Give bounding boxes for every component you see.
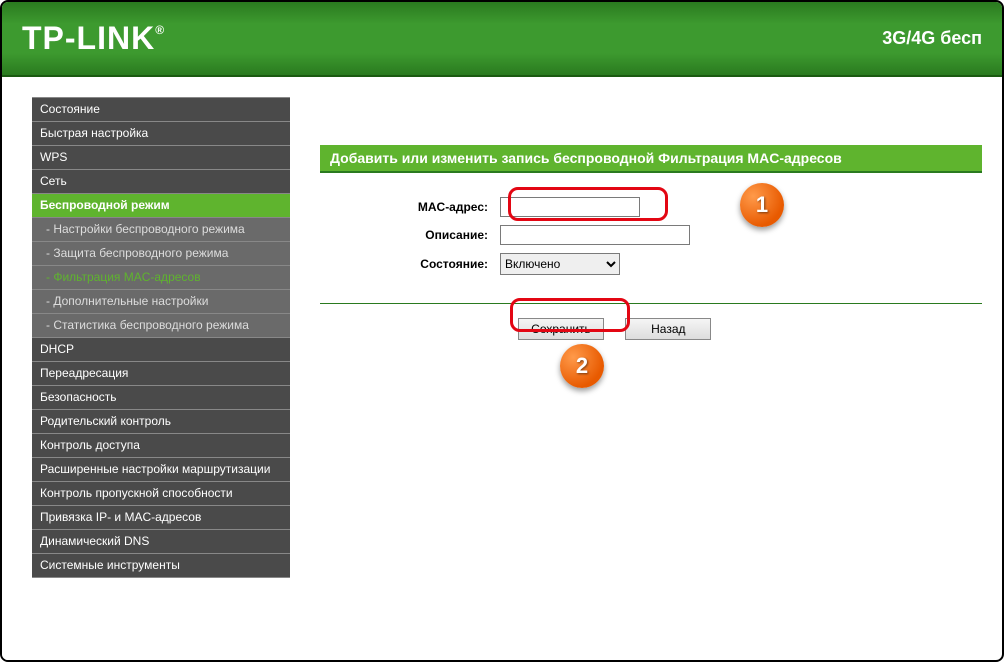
button-row: Сохранить Назад 2: [320, 304, 982, 340]
sidebar-item-security[interactable]: Безопасность: [32, 386, 290, 410]
sidebar: Состояние Быстрая настройка WPS Сеть Бес…: [2, 77, 290, 660]
sidebar-item-wps[interactable]: WPS: [32, 146, 290, 170]
row-desc: Описание:: [320, 225, 982, 245]
sidebar-item-network[interactable]: Сеть: [32, 170, 290, 194]
sidebar-item-wireless-advanced[interactable]: - Дополнительные настройки: [32, 290, 290, 314]
app-frame: TP-LINK® 3G/4G бесп Состояние Быстрая на…: [0, 0, 1004, 662]
logo: TP-LINK®: [22, 20, 165, 57]
sidebar-item-status[interactable]: Состояние: [32, 98, 290, 122]
annotation-badge-2: 2: [560, 344, 604, 388]
sidebar-item-quick-setup[interactable]: Быстрая настройка: [32, 122, 290, 146]
desc-input[interactable]: [500, 225, 690, 245]
row-mac: MAC-адрес:: [320, 197, 982, 217]
page-title: Добавить или изменить запись беспроводно…: [320, 145, 982, 171]
sidebar-item-mac-filter[interactable]: - Фильтрация MAC-адресов: [32, 266, 290, 290]
state-select[interactable]: Включено: [500, 253, 620, 275]
sidebar-item-system-tools[interactable]: Системные инструменты: [32, 554, 290, 578]
sidebar-item-forwarding[interactable]: Переадресация: [32, 362, 290, 386]
sidebar-item-parental[interactable]: Родительский контроль: [32, 410, 290, 434]
sidebar-menu: Состояние Быстрая настройка WPS Сеть Бес…: [32, 97, 290, 578]
sidebar-item-wireless-stats[interactable]: - Статистика беспроводного режима: [32, 314, 290, 338]
sidebar-item-routing[interactable]: Расширенные настройки маршрутизации: [32, 458, 290, 482]
sidebar-item-wireless[interactable]: Беспроводной режим: [32, 194, 290, 218]
row-state: Состояние: Включено: [320, 253, 982, 275]
mac-input[interactable]: [500, 197, 640, 217]
sidebar-item-access-control[interactable]: Контроль доступа: [32, 434, 290, 458]
annotation-badge-1: 1: [740, 183, 784, 227]
sidebar-item-ddns[interactable]: Динамический DNS: [32, 530, 290, 554]
sidebar-item-dhcp[interactable]: DHCP: [32, 338, 290, 362]
sidebar-item-wireless-settings[interactable]: - Настройки беспроводного режима: [32, 218, 290, 242]
back-button[interactable]: Назад: [625, 318, 711, 340]
label-desc: Описание:: [320, 228, 500, 242]
label-state: Состояние:: [320, 257, 500, 271]
body: Состояние Быстрая настройка WPS Сеть Бес…: [2, 77, 1002, 660]
sidebar-item-ip-mac-binding[interactable]: Привязка IP- и MAC-адресов: [32, 506, 290, 530]
form-area: MAC-адрес: Описание: Состояние: Включено…: [320, 173, 982, 303]
header-model-text: 3G/4G бесп: [882, 28, 982, 49]
label-mac: MAC-адрес:: [320, 200, 500, 214]
header: TP-LINK® 3G/4G бесп: [2, 2, 1002, 77]
sidebar-item-bandwidth[interactable]: Контроль пропускной способности: [32, 482, 290, 506]
sidebar-item-wireless-security[interactable]: - Защита беспроводного режима: [32, 242, 290, 266]
content: Добавить или изменить запись беспроводно…: [290, 77, 1002, 660]
save-button[interactable]: Сохранить: [518, 318, 604, 340]
